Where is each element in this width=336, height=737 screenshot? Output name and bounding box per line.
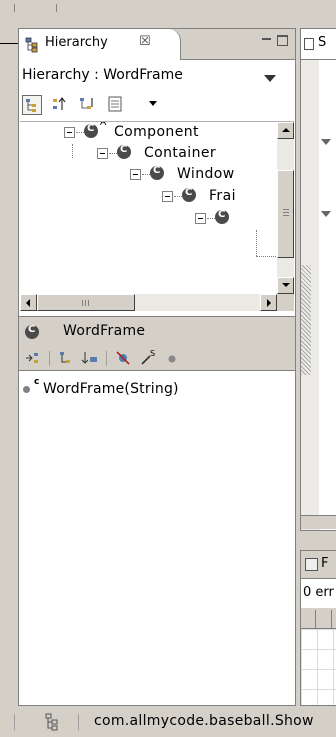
member-list: c WordFrame(String) [19, 372, 295, 705]
tab-hierarchy-label: Hierarchy [45, 35, 108, 50]
default-method-icon [23, 386, 30, 393]
tree-connector [109, 153, 117, 154]
constructor-marker: c [34, 377, 40, 387]
tree-connector [142, 174, 150, 175]
tree-connector [174, 196, 182, 197]
hide-non-public-icon[interactable] [163, 349, 183, 369]
editor-view: S [300, 28, 336, 531]
tree-item-label: Component [114, 124, 199, 140]
view-menu-icon[interactable] [264, 75, 276, 82]
member-toolbar: S [19, 347, 295, 371]
abstract-marker: A [100, 121, 107, 128]
collapse-icon[interactable] [64, 127, 75, 138]
hierarchy-tree: A Component Container Window Frai [20, 121, 294, 316]
problems-icon [305, 558, 318, 571]
history-list-icon[interactable] [106, 95, 126, 115]
fold-icon[interactable] [321, 139, 331, 145]
collapse-icon[interactable] [97, 148, 108, 159]
member-label: WordFrame(String) [43, 381, 179, 397]
collapse-icon[interactable] [162, 191, 173, 202]
status-separator [78, 714, 79, 730]
tree-item-label: Frai [209, 188, 236, 204]
class-icon [150, 165, 164, 180]
vertical-scrollbar[interactable] [277, 122, 294, 294]
toolbar-tick [56, 4, 57, 12]
toolbar-tick [14, 4, 15, 12]
tree-item-label: Window [177, 166, 235, 182]
problems-view: F 0 err [300, 550, 336, 706]
status-bar: com.allmycode.baseball.Show [0, 708, 336, 737]
hierarchy-view: Hierarchy ☒ Hierarchy : WordFrame A Com [18, 28, 296, 706]
toolbar-separator [106, 351, 107, 366]
class-icon [182, 187, 196, 202]
editor-tab[interactable]: S [301, 29, 336, 60]
member-list-title: WordFrame [63, 323, 146, 339]
class-icon [25, 324, 39, 339]
collapse-icon[interactable] [195, 213, 206, 224]
scroll-thumb[interactable] [277, 170, 294, 258]
collapse-icon[interactable] [130, 169, 141, 180]
tab-problems-label: F [321, 556, 329, 571]
chevron-down-icon[interactable] [149, 101, 157, 106]
java-file-icon [304, 38, 314, 50]
close-icon[interactable]: ☒ [139, 34, 151, 49]
scroll-corner [277, 294, 294, 311]
maximize-icon[interactable] [277, 35, 288, 46]
toolbar-separator [49, 351, 50, 366]
hide-static-icon[interactable]: S [139, 349, 159, 369]
sort-by-type-icon[interactable] [81, 349, 101, 369]
tree-connector [256, 256, 276, 257]
view-tab-row: Hierarchy ☒ [19, 29, 295, 60]
hierarchy-title: Hierarchy : WordFrame [22, 67, 183, 83]
scroll-thumb[interactable] [37, 294, 135, 311]
minimize-icon[interactable] [262, 36, 272, 45]
tree-connector [76, 132, 84, 133]
class-icon [215, 209, 229, 224]
status-text: com.allmycode.baseball.Show [94, 713, 314, 729]
editor-hscroll[interactable] [301, 515, 336, 529]
member-list-header: WordFrame [19, 317, 295, 347]
scroll-right-button[interactable] [260, 294, 277, 311]
hierarchy-icon [25, 37, 39, 57]
tab-hierarchy[interactable]: Hierarchy ☒ [19, 29, 181, 60]
callout-line [0, 43, 18, 44]
horizontal-scrollbar[interactable] [20, 294, 277, 311]
show-all-inherited-icon[interactable] [24, 349, 44, 369]
problems-summary: 0 err [303, 585, 334, 600]
hide-fields-icon[interactable] [114, 349, 134, 369]
tree-item-label: Container [144, 145, 217, 161]
tab-problems[interactable]: F [301, 551, 336, 579]
editor-overview-hatch [301, 265, 311, 375]
scroll-up-button[interactable] [277, 122, 294, 139]
subtype-hierarchy-icon[interactable] [78, 95, 98, 115]
supertype-hierarchy-icon[interactable] [51, 95, 71, 115]
scroll-left-button[interactable] [20, 294, 37, 311]
editor-tab-label: S [318, 35, 327, 50]
problems-column-header[interactable] [301, 607, 336, 629]
svg-text:S: S [150, 349, 155, 358]
tree-connector [256, 230, 257, 256]
scroll-down-button[interactable] [277, 277, 294, 294]
abstract-class-icon [84, 123, 98, 138]
problems-table [301, 629, 336, 705]
status-separator [14, 714, 15, 730]
type-hierarchy-icon [44, 713, 60, 735]
top-toolbar-strip [0, 0, 336, 28]
tree-connector [72, 144, 73, 158]
fold-icon[interactable] [321, 211, 331, 217]
tree-connector [207, 218, 215, 219]
class-icon [117, 144, 131, 159]
lock-view-icon[interactable] [57, 349, 77, 369]
type-hierarchy-icon[interactable] [22, 95, 42, 115]
